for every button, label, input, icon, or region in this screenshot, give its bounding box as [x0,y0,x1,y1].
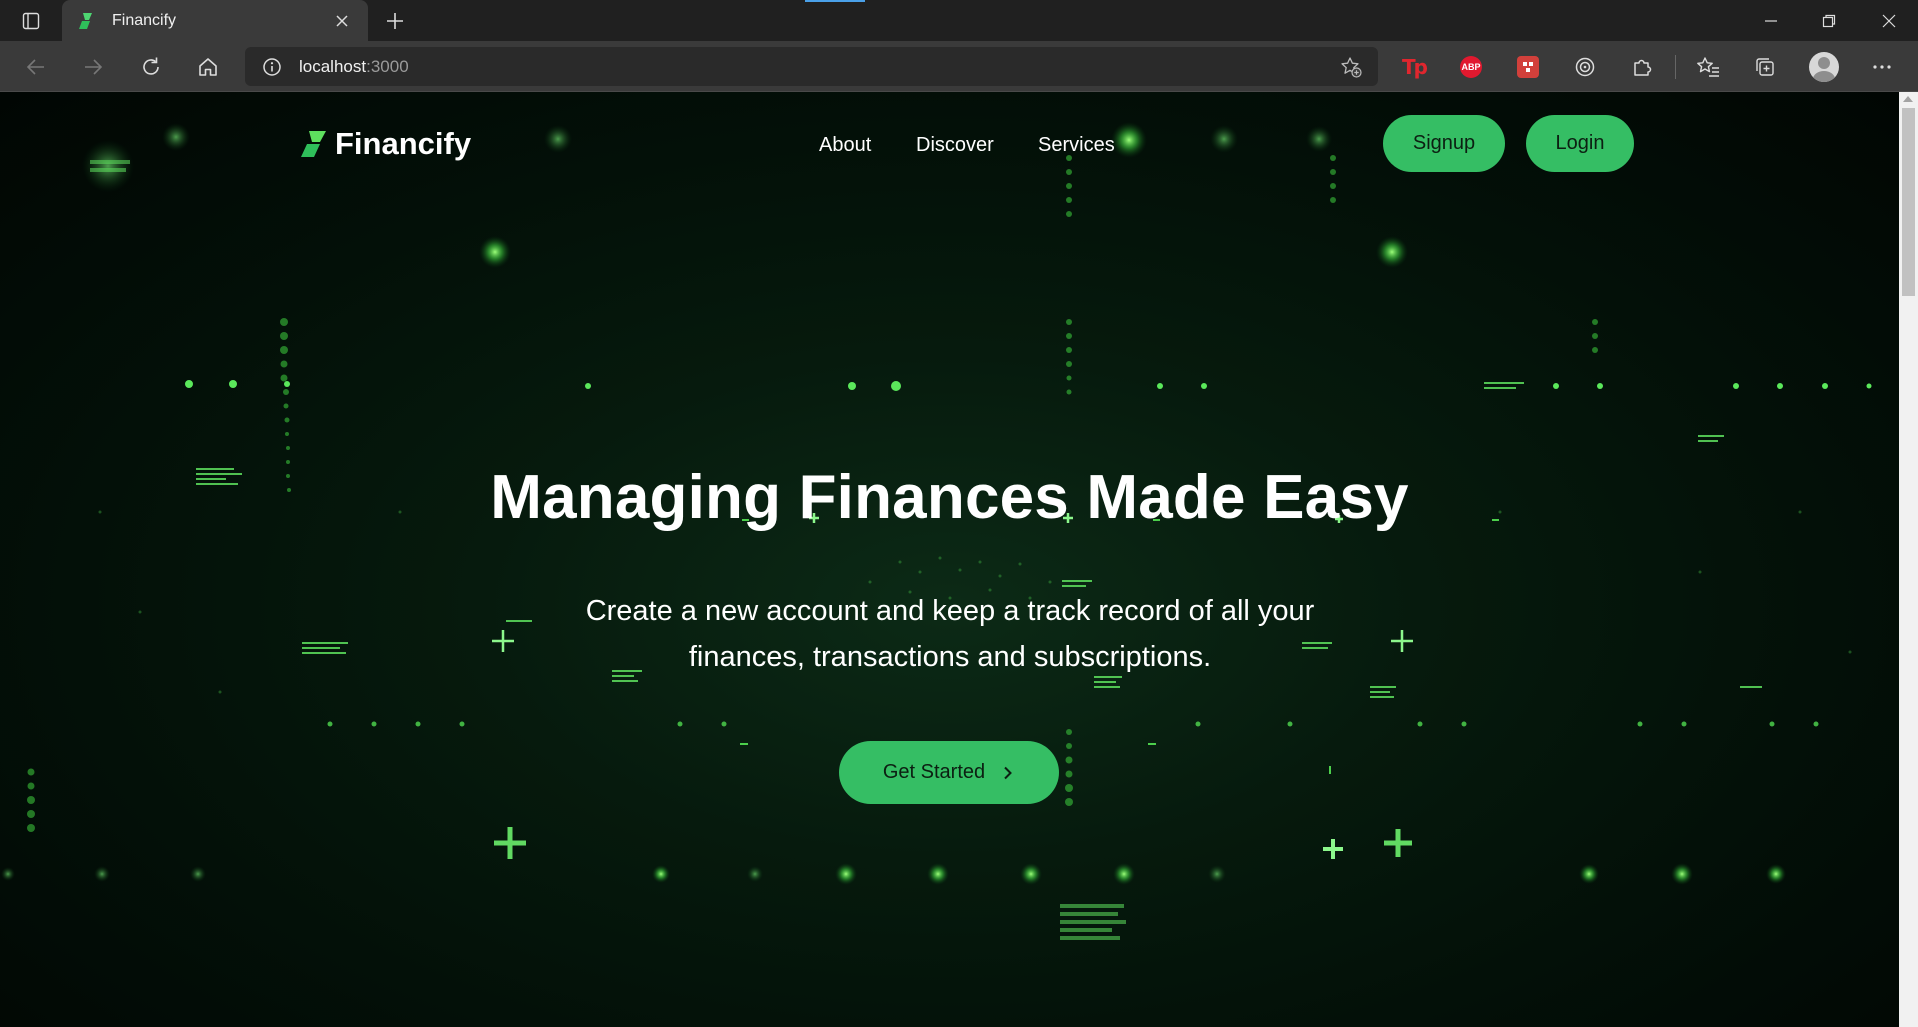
nav-discover-link[interactable]: Discover [916,134,994,157]
digital-particles-background [1,122,1872,940]
target-extension-icon[interactable] [1569,51,1601,83]
get-started-label: Get Started [882,761,986,783]
home-icon[interactable] [190,49,226,85]
pixel-extension-icon[interactable] [1512,51,1544,83]
extensions-puzzle-icon[interactable] [1626,51,1658,83]
site-info-icon[interactable] [261,56,283,78]
adblock-plus-icon[interactable]: ABP [1455,51,1487,83]
browser-toolbar: localhost :3000 Tp ABP [0,41,1918,92]
login-button[interactable]: Login [1526,115,1634,172]
nav-services-link[interactable]: Services [1038,134,1115,157]
browser-tab-bar: Financify [0,0,1918,41]
financify-favicon-icon [78,12,96,30]
page-viewport: Financify About Discover Services Signup… [0,92,1899,1027]
new-tab-icon[interactable] [380,7,410,35]
add-favorite-star-icon[interactable] [1338,54,1364,80]
more-menu-icon[interactable] [1866,51,1898,83]
scrollbar-thumb[interactable] [1902,108,1915,296]
tp-extension-icon[interactable]: Tp [1398,51,1430,83]
tab-title: Financify [112,11,177,29]
signup-button[interactable]: Signup [1383,115,1505,172]
collections-icon[interactable] [1749,51,1781,83]
toolbar-separator [1675,55,1676,79]
financify-logo-icon [300,129,330,159]
close-window-icon[interactable] [1860,0,1918,41]
hero-subtitle: Create a new account and keep a track re… [585,595,1315,673]
close-tab-icon[interactable] [330,9,354,33]
reload-icon[interactable] [133,49,169,85]
url-port: :3000 [366,56,409,76]
forward-arrow-icon[interactable] [75,49,111,85]
scroll-up-arrow-icon[interactable] [1903,96,1913,102]
hero-title: Managing Finances Made Easy [490,463,1409,532]
browser-tab[interactable]: Financify [62,0,368,41]
restore-icon[interactable] [1800,0,1858,41]
tab-activity-indicator [805,0,865,2]
page-scrollbar[interactable] [1899,92,1918,1027]
chevron-right-icon [1003,766,1015,780]
back-arrow-icon[interactable] [18,49,54,85]
get-started-button[interactable]: Get Started [839,741,1059,804]
url-host: localhost [299,56,367,76]
profile-avatar-icon[interactable] [1808,51,1840,83]
brand-name: Financify [335,126,472,161]
favorites-icon[interactable] [1692,51,1724,83]
address-bar[interactable]: localhost :3000 [245,47,1378,86]
tab-actions-icon[interactable] [10,8,52,34]
brand-logo[interactable]: Financify [300,126,471,162]
minimize-icon[interactable] [1742,0,1800,41]
nav-about-link[interactable]: About [819,134,871,157]
